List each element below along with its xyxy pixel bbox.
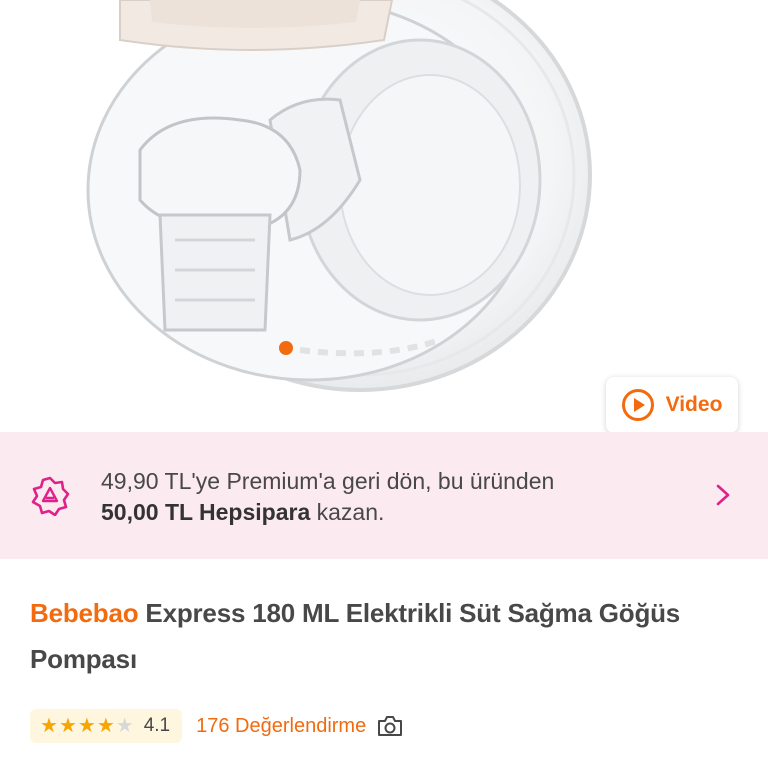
video-label: Video — [665, 393, 723, 416]
star-empty-icon: ★ — [115, 715, 134, 737]
product-image — [86, 0, 592, 392]
promo-line1: 49,90 TL'ye Premium'a geri dön, bu üründ… — [101, 468, 555, 494]
star-icon: ★ — [58, 715, 77, 737]
rating-badge[interactable]: ★ ★ ★ ★ ★ 4.1 — [30, 709, 183, 743]
promo-line2-suffix: kazan. — [310, 499, 385, 525]
chevron-right-icon[interactable] — [712, 480, 734, 510]
promo-amount: 50,00 TL Hepsipara — [101, 499, 311, 525]
star-icon: ★ — [77, 715, 96, 737]
premium-badge-icon — [31, 476, 70, 516]
star-rating: ★ ★ ★ ★ ★ — [40, 716, 134, 736]
camera-icon[interactable] — [376, 714, 404, 738]
reviews-link[interactable]: 176 Değerlendirme — [196, 715, 366, 738]
rating-row: ★ ★ ★ ★ ★ 4.1 176 Değerlendirme — [30, 709, 404, 743]
video-button[interactable]: Video — [606, 377, 738, 432]
brand-link[interactable]: Bebebao — [30, 598, 139, 628]
promo-text: 49,90 TL'ye Premium'a geri dön, bu üründ… — [101, 466, 554, 528]
carousel-dots[interactable] — [279, 341, 293, 355]
product-title: Bebebao Express 180 ML Elektrikli Süt Sa… — [30, 590, 740, 682]
star-icon: ★ — [96, 715, 115, 737]
carousel-dot-active[interactable] — [279, 341, 293, 355]
product-image-gallery[interactable]: Video — [0, 0, 768, 432]
play-circle-icon — [621, 389, 654, 421]
premium-promo-banner[interactable]: 49,90 TL'ye Premium'a geri dön, bu üründ… — [0, 432, 768, 559]
star-icon: ★ — [40, 715, 58, 737]
rating-score: 4.1 — [143, 715, 171, 736]
